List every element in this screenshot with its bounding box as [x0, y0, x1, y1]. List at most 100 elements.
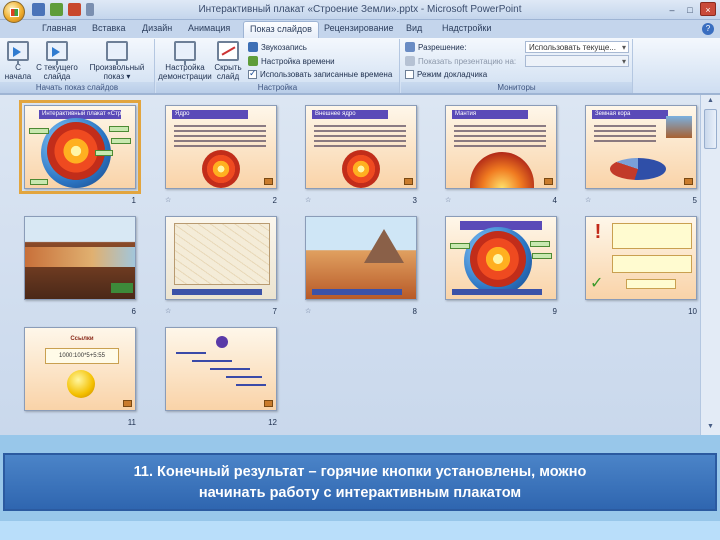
group-label-setup: Настройка — [156, 82, 399, 93]
caption-line-2: начинать работу с интерактивным плакатом — [198, 485, 522, 501]
from-current-button[interactable]: С текущего слайда — [34, 41, 80, 81]
slide-thumbnail-6[interactable] — [24, 216, 136, 300]
slide-3-nav-button — [404, 178, 413, 185]
hide-slide-label-2: слайд — [216, 72, 240, 81]
from-beginning-button[interactable]: С начала — [4, 41, 32, 81]
minimize-button[interactable]: – — [664, 2, 680, 16]
slide-4-nav-button — [544, 178, 553, 185]
exclamation-icon: ! — [594, 221, 602, 243]
slide-10-textbox — [612, 255, 692, 273]
tab-review[interactable]: Рецензирование — [324, 23, 394, 33]
show-on-label-row: Показать презентацию на: — [405, 56, 516, 66]
help-icon[interactable]: ? — [702, 23, 714, 35]
slide-thumbnail-4[interactable]: Мантия — [445, 105, 557, 189]
slide-thumbnail-9[interactable] — [445, 216, 557, 300]
transition-icon: ☆ — [165, 197, 172, 204]
slide-9-label — [532, 253, 552, 259]
ribbon: С начала С текущего слайда Произвольный … — [0, 38, 720, 94]
slide-thumbnail-3[interactable]: Внешнее ядро — [305, 105, 417, 189]
tab-slide-show[interactable]: Показ слайдов — [243, 21, 319, 38]
slide-7-bar — [172, 289, 262, 295]
slide-11-heading: Ссылки — [70, 336, 94, 342]
transition-icon: ☆ — [305, 197, 312, 204]
presenter-view-checkbox[interactable]: Режим докладчика — [405, 70, 487, 79]
resolution-dropdown[interactable]: Использовать текуще... — [525, 41, 629, 53]
group-start-slide-show: С начала С текущего слайда Произвольный … — [0, 39, 155, 93]
hide-slide-label: Скрыть — [214, 63, 242, 72]
projector-icon — [7, 41, 29, 65]
custom-show-button[interactable]: Произвольный показ ▾ — [84, 41, 150, 81]
transition-icon: ☆ — [305, 308, 312, 315]
close-button[interactable]: × — [700, 2, 716, 16]
group-setup: Настройка демонстрации Скрыть слайд Звук… — [156, 39, 400, 93]
hide-slide-icon — [217, 41, 239, 61]
tab-addins[interactable]: Надстройки — [442, 23, 491, 33]
play-icon — [13, 47, 21, 57]
use-timings-checkbox[interactable]: Использовать записанные времена — [248, 68, 392, 79]
office-button[interactable] — [3, 1, 25, 23]
scrollbar-thumb[interactable] — [704, 109, 717, 149]
slide-thumbnail-1[interactable]: Интерактивный плакат «Строение Земли» — [19, 100, 141, 194]
from-current-label-2: слайда — [43, 72, 71, 81]
scroll-up-icon[interactable]: ▲ — [704, 97, 717, 107]
slide-1-label — [95, 150, 113, 156]
link-line — [226, 376, 262, 378]
slide-5-title: Земная кора — [592, 110, 668, 119]
slide-9-bar — [452, 289, 542, 295]
rehearse-timings-button[interactable]: Настройка времени — [248, 56, 335, 66]
slide-9-label — [530, 241, 550, 247]
crust-photo-icon — [666, 116, 692, 138]
setup-show-label-2: демонстрации — [158, 72, 212, 81]
group-label-monitors: Мониторы — [401, 82, 632, 93]
slide-thumbnail-12[interactable] — [165, 327, 277, 411]
smiley-icon — [67, 370, 95, 398]
slide-10-textbox — [626, 279, 676, 289]
slide-1-label — [111, 138, 131, 144]
setup-show-button[interactable]: Настройка демонстрации — [158, 41, 212, 81]
maximize-button[interactable]: □ — [682, 2, 698, 16]
slide-thumbnail-2[interactable]: Ядро — [165, 105, 277, 189]
slide-number: 7 — [272, 307, 277, 316]
slide-9-label — [450, 243, 470, 249]
volcano-icon — [364, 229, 404, 263]
link-line — [210, 368, 250, 370]
group-label-start: Начать показ слайдов — [0, 82, 154, 93]
slide-3-title: Внешнее ядро — [312, 110, 388, 119]
tab-view[interactable]: Вид — [406, 23, 422, 33]
slide-8-bar — [312, 289, 402, 295]
record-narration-button[interactable]: Звукозапись — [248, 42, 307, 52]
caption-box: 11. Конечный результат – горячие кнопки … — [3, 453, 717, 511]
slide-thumbnail-5[interactable]: Земная кора — [585, 105, 697, 189]
slide-2-bullets — [174, 122, 266, 150]
resolution-label-row: Разрешение: — [405, 42, 466, 52]
link-line — [176, 352, 206, 354]
slide-number: 11 — [127, 418, 136, 427]
transition-icon: ☆ — [165, 308, 172, 315]
tab-animation[interactable]: Анимация — [188, 23, 230, 33]
slide-thumbnail-10[interactable]: ! ✓ — [585, 216, 697, 300]
caption-line-1: 11. Конечный результат – горячие кнопки … — [133, 464, 587, 480]
tab-design[interactable]: Дизайн — [142, 23, 172, 33]
clock-icon — [248, 56, 258, 66]
slide-thumbnail-7[interactable] — [165, 216, 277, 300]
tab-home[interactable]: Главная — [42, 23, 76, 33]
hide-slide-button[interactable]: Скрыть слайд — [212, 41, 244, 81]
slide-12-icon — [216, 336, 228, 348]
tab-insert[interactable]: Вставка — [92, 23, 125, 33]
play-current-icon — [52, 47, 60, 57]
transition-icon: ☆ — [445, 197, 452, 204]
slide-thumbnail-8[interactable] — [305, 216, 417, 300]
slide-thumbnail-11[interactable]: Ссылки 1000:100*5+5:55 — [24, 327, 136, 411]
slide-number: 5 — [692, 196, 697, 205]
checkbox-unchecked-icon — [405, 70, 414, 79]
vertical-scrollbar[interactable]: ▲ ▼ — [700, 95, 720, 435]
slide-10-textbox — [612, 223, 692, 249]
ribbon-tabs: Главная Вставка Дизайн Анимация Показ сл… — [0, 20, 720, 38]
slide-number: 2 — [272, 196, 277, 205]
slide-number: 10 — [688, 307, 697, 316]
show-on-dropdown — [525, 55, 629, 67]
resolution-label: Разрешение: — [418, 42, 467, 52]
scroll-down-icon[interactable]: ▼ — [704, 423, 717, 433]
plates-map-icon — [174, 223, 270, 285]
link-line — [192, 360, 232, 362]
